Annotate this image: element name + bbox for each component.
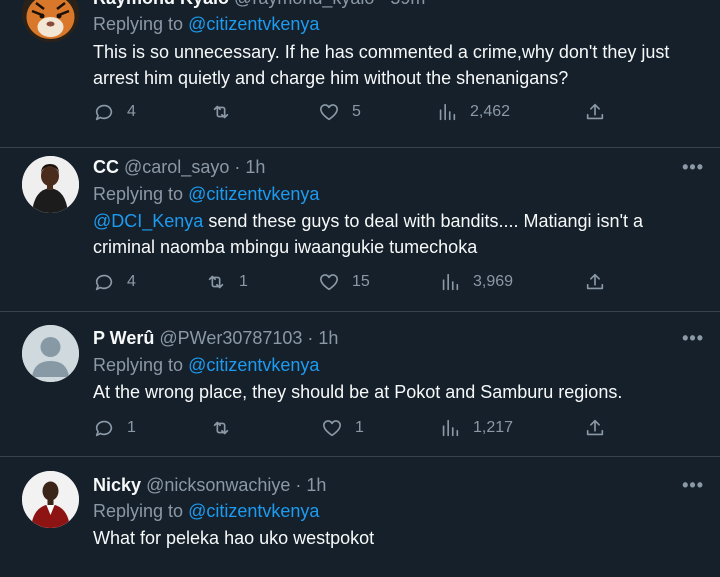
tiger-icon <box>22 0 79 42</box>
person-avatar-icon <box>22 471 79 528</box>
views-icon <box>442 419 459 437</box>
retweet-icon <box>213 105 229 119</box>
tweet-header: CC @carol_sayo · 1h <box>93 157 265 178</box>
retweet-button[interactable]: 1 <box>205 271 248 293</box>
tweet-header: Raymond Kyalo @raymond_kyalo · 59m <box>93 0 425 9</box>
more-options-button[interactable]: ••• <box>682 475 704 496</box>
reply-icon <box>95 274 113 291</box>
like-count: 5 <box>352 103 361 120</box>
avatar[interactable] <box>22 471 79 528</box>
retweet-count: 1 <box>239 273 248 290</box>
replying-to-link[interactable]: @citizentvkenya <box>188 501 319 521</box>
mention-link[interactable]: @DCI_Kenya <box>93 211 203 231</box>
view-count: 1,217 <box>473 419 514 436</box>
default-profile-icon <box>22 325 79 382</box>
separator: · <box>302 328 319 348</box>
display-name[interactable]: P Werû <box>93 328 154 348</box>
replying-prefix: Replying to <box>93 355 189 375</box>
replying-to: Replying to @citizentvkenya <box>93 501 319 522</box>
like-button[interactable]: 5 <box>318 101 361 123</box>
tweet-header: Nicky @nicksonwachiye · 1h <box>93 475 326 496</box>
tweet[interactable]: CC @carol_sayo · 1h ••• Replying to @cit… <box>0 147 720 312</box>
replying-prefix: Replying to <box>93 14 189 34</box>
view-count: 3,969 <box>473 273 514 290</box>
person-avatar-icon <box>22 156 79 213</box>
timestamp[interactable]: 59m <box>390 0 425 8</box>
tweet-text: @DCI_Kenya send these guys to deal with … <box>93 208 703 260</box>
reply-count: 1 <box>127 419 136 436</box>
heart-icon <box>322 420 342 437</box>
display-name[interactable]: CC <box>93 157 119 177</box>
display-name[interactable]: Nicky <box>93 475 141 495</box>
separator: · <box>374 0 390 8</box>
replying-prefix: Replying to <box>93 184 189 204</box>
replying-to: Replying to @citizentvkenya <box>93 14 319 35</box>
share-icon <box>586 419 604 436</box>
share-button[interactable] <box>584 417 606 439</box>
tweet-text: This is so unnecessary. If he has commen… <box>93 42 670 88</box>
user-handle[interactable]: @raymond_kyalo <box>234 0 374 8</box>
like-count: 15 <box>352 273 370 290</box>
reply-count: 4 <box>127 103 136 120</box>
avatar[interactable] <box>22 156 79 213</box>
heart-icon <box>319 104 339 121</box>
replying-to-link[interactable]: @citizentvkenya <box>188 14 319 34</box>
views-button[interactable]: 2,462 <box>436 101 510 123</box>
separator: · <box>290 475 307 495</box>
share-button[interactable] <box>584 101 606 123</box>
tiger-avatar[interactable] <box>22 0 79 42</box>
replying-to-link[interactable]: @citizentvkenya <box>188 355 319 375</box>
reply-button[interactable]: 4 <box>93 101 136 123</box>
timestamp[interactable]: 1h <box>306 475 326 495</box>
tweet-header: P Werû @PWer30787103 · 1h <box>93 328 338 349</box>
user-handle[interactable]: @nicksonwachiye <box>146 475 290 495</box>
timestamp[interactable]: 1h <box>245 157 265 177</box>
reply-icon <box>95 104 113 121</box>
tweet-text: What for peleka hao uko westpokot <box>93 528 375 548</box>
share-icon <box>586 273 604 290</box>
reply-button[interactable]: 4 <box>93 271 136 293</box>
replying-prefix: Replying to <box>93 501 189 521</box>
reply-button[interactable]: 1 <box>93 417 136 439</box>
like-button[interactable]: 1 <box>321 417 364 439</box>
retweet-icon <box>208 275 224 289</box>
like-button[interactable]: 15 <box>318 271 370 293</box>
retweet-button[interactable] <box>210 101 244 123</box>
more-options-button[interactable]: ••• <box>682 328 704 349</box>
views-button[interactable]: 3,969 <box>439 271 513 293</box>
tweet-actions: 1 1 1,217 <box>93 417 613 443</box>
timestamp[interactable]: 1h <box>318 328 338 348</box>
more-options-button[interactable]: ••• <box>682 157 704 178</box>
share-icon <box>586 103 604 120</box>
display-name[interactable]: Raymond Kyalo <box>93 0 229 8</box>
retweet-icon <box>213 421 229 435</box>
view-count: 2,462 <box>470 103 511 120</box>
views-button[interactable]: 1,217 <box>439 417 513 439</box>
tweet-actions: 4 1 15 3,969 <box>93 271 613 297</box>
reply-icon <box>95 420 113 437</box>
user-handle[interactable]: @carol_sayo <box>124 157 229 177</box>
tweet[interactable]: P Werû @PWer30787103 · 1h ••• Replying t… <box>0 312 720 457</box>
replying-to: Replying to @citizentvkenya <box>93 184 319 205</box>
tweet[interactable]: Raymond Kyalo @raymond_kyalo · 59m Reply… <box>0 0 720 148</box>
views-icon <box>439 103 456 121</box>
retweet-button[interactable] <box>210 417 244 439</box>
reply-count: 4 <box>127 273 136 290</box>
tweet-actions: 4 5 2,462 <box>93 101 613 127</box>
like-count: 1 <box>355 419 364 436</box>
share-button[interactable] <box>584 271 606 293</box>
separator: · <box>229 157 246 177</box>
default-avatar[interactable] <box>22 325 79 382</box>
user-handle[interactable]: @PWer30787103 <box>159 328 302 348</box>
replying-to: Replying to @citizentvkenya <box>93 355 319 376</box>
tweet[interactable]: Nicky @nicksonwachiye · 1h ••• Replying … <box>0 457 720 577</box>
heart-icon <box>319 274 339 291</box>
views-icon <box>442 273 459 291</box>
tweet-text: At the wrong place, they should be at Po… <box>93 382 623 402</box>
replying-to-link[interactable]: @citizentvkenya <box>188 184 319 204</box>
